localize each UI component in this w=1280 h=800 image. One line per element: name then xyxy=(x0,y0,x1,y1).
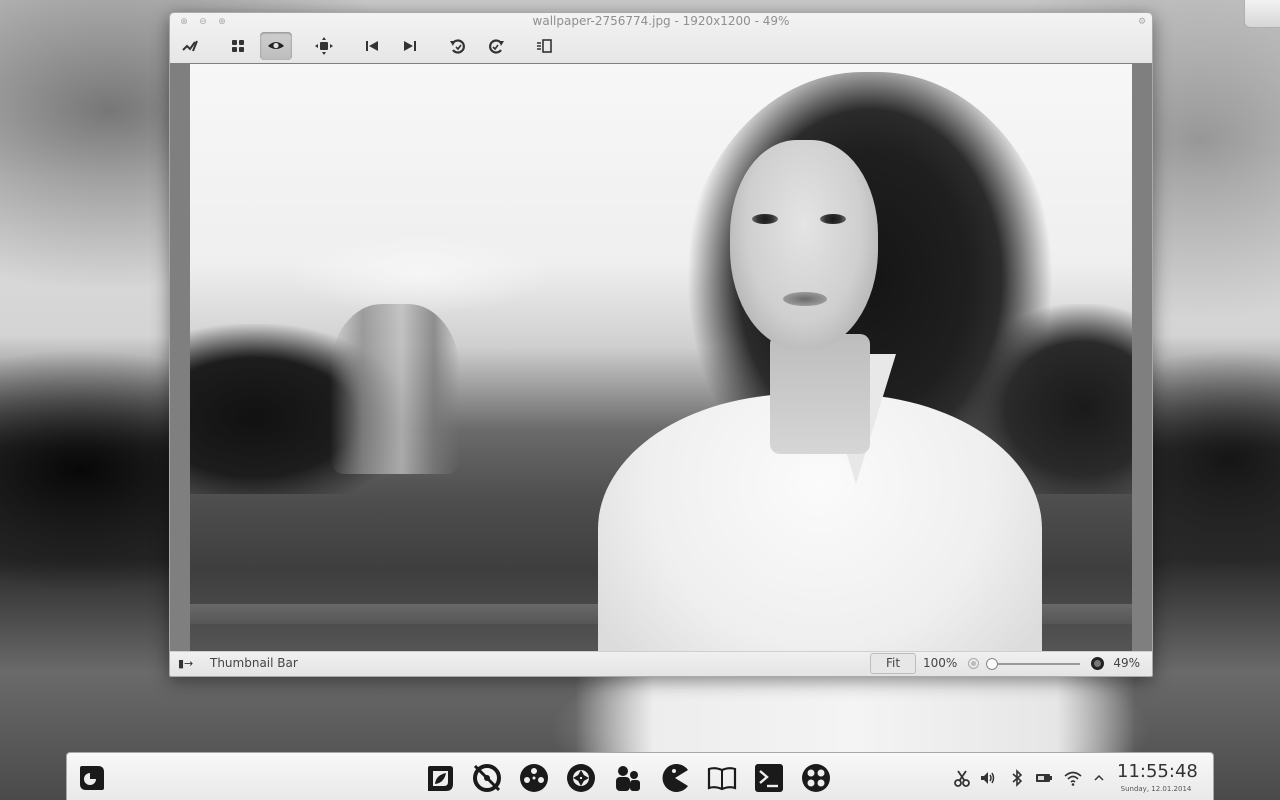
dock-pacman-game[interactable] xyxy=(658,761,692,795)
image-viewer-window: ⊗ ⊖ ⊕ wallpaper-2756774.jpg - 1920x1200 … xyxy=(169,12,1153,677)
image-canvas[interactable] xyxy=(170,63,1152,653)
dock-terminal[interactable] xyxy=(752,761,786,795)
clock-time[interactable]: 11:55:48 xyxy=(1117,761,1198,782)
taskbar: 11:55:48 Sunday, 12.01.2014 xyxy=(66,752,1214,800)
dock-book-reader[interactable] xyxy=(705,761,739,795)
rotate-left-button[interactable] xyxy=(442,32,474,60)
clock-date: Sunday, 12.01.2014 xyxy=(1120,785,1192,793)
window-titlebar[interactable]: ⊗ ⊖ ⊕ wallpaper-2756774.jpg - 1920x1200 … xyxy=(170,13,1152,63)
tray-battery[interactable] xyxy=(1034,768,1054,788)
desktop-corner-widget[interactable] xyxy=(1244,0,1280,28)
window-menu-button[interactable]: ⚙ xyxy=(1136,16,1148,28)
previous-button[interactable] xyxy=(356,32,388,60)
wallpaper-detail xyxy=(575,676,1135,756)
viewer-toolbar xyxy=(170,32,1152,62)
grid-icon xyxy=(232,40,244,52)
pencil-line-icon xyxy=(182,40,198,52)
tray-volume[interactable] xyxy=(978,768,998,788)
image-viewer-icon xyxy=(428,766,453,791)
app-launcher-icon xyxy=(80,766,104,790)
bluetooth-icon xyxy=(1012,769,1023,787)
dock-disc-burner[interactable] xyxy=(470,761,504,795)
zoom-actual-size-button[interactable]: 100% xyxy=(923,656,957,670)
sidebar-button[interactable] xyxy=(528,32,560,60)
volume-icon xyxy=(981,772,995,784)
edit-button[interactable] xyxy=(174,32,206,60)
displayed-photo xyxy=(190,64,1132,653)
zoom-in-icon[interactable] xyxy=(1091,657,1104,670)
dock-video-editor[interactable] xyxy=(799,761,833,795)
tray-screenshot[interactable] xyxy=(952,768,972,788)
dock-image-viewer[interactable] xyxy=(423,761,457,795)
thumbnail-bar-toggle-icon[interactable]: ▮→ xyxy=(178,657,193,670)
rotate-right-icon xyxy=(489,39,504,54)
zoom-level: 49% xyxy=(1113,656,1140,670)
pacman-game-icon xyxy=(662,764,688,792)
tray-wifi[interactable] xyxy=(1063,768,1083,788)
move-arrows-icon xyxy=(315,37,333,55)
book-reader-icon xyxy=(707,767,737,791)
terminal-icon xyxy=(755,764,783,792)
zoom-fit-button[interactable]: Fit xyxy=(870,653,916,674)
window-title: wallpaper-2756774.jpg - 1920x1200 - 49% xyxy=(532,14,790,28)
zoom-out-icon[interactable] xyxy=(968,658,979,669)
disc-burner-icon xyxy=(473,764,501,792)
tray-bluetooth[interactable] xyxy=(1007,768,1027,788)
scissors-icon xyxy=(954,770,970,787)
tray-expand[interactable] xyxy=(1089,768,1109,788)
media-player-icon xyxy=(520,764,548,792)
camera-aperture-icon xyxy=(567,764,595,792)
sidebar-icon xyxy=(537,39,552,53)
contacts-icon xyxy=(616,766,640,791)
next-button[interactable] xyxy=(394,32,426,60)
dock-media-player[interactable] xyxy=(517,761,551,795)
viewer-statusbar: ▮→ Thumbnail Bar Fit 100% 49% xyxy=(170,651,1152,676)
eye-icon xyxy=(268,42,284,49)
rotate-right-button[interactable] xyxy=(480,32,512,60)
rotate-left-icon xyxy=(450,39,465,54)
battery-icon xyxy=(1036,774,1052,782)
skip-forward-icon xyxy=(404,41,416,51)
browse-button[interactable] xyxy=(222,32,254,60)
fullscreen-button[interactable] xyxy=(308,32,340,60)
thumbnail-bar-button[interactable]: Thumbnail Bar xyxy=(210,656,298,670)
dock-camera[interactable] xyxy=(564,761,598,795)
view-button[interactable] xyxy=(260,32,292,60)
skip-back-icon xyxy=(366,41,378,51)
video-editor-icon xyxy=(802,764,830,792)
dock-contacts[interactable] xyxy=(611,761,645,795)
zoom-slider-handle[interactable] xyxy=(985,658,998,670)
app-launcher-button[interactable] xyxy=(75,761,109,795)
zoom-slider[interactable] xyxy=(990,663,1080,665)
chevron-up-icon xyxy=(1094,774,1104,781)
wifi-icon xyxy=(1064,771,1082,786)
